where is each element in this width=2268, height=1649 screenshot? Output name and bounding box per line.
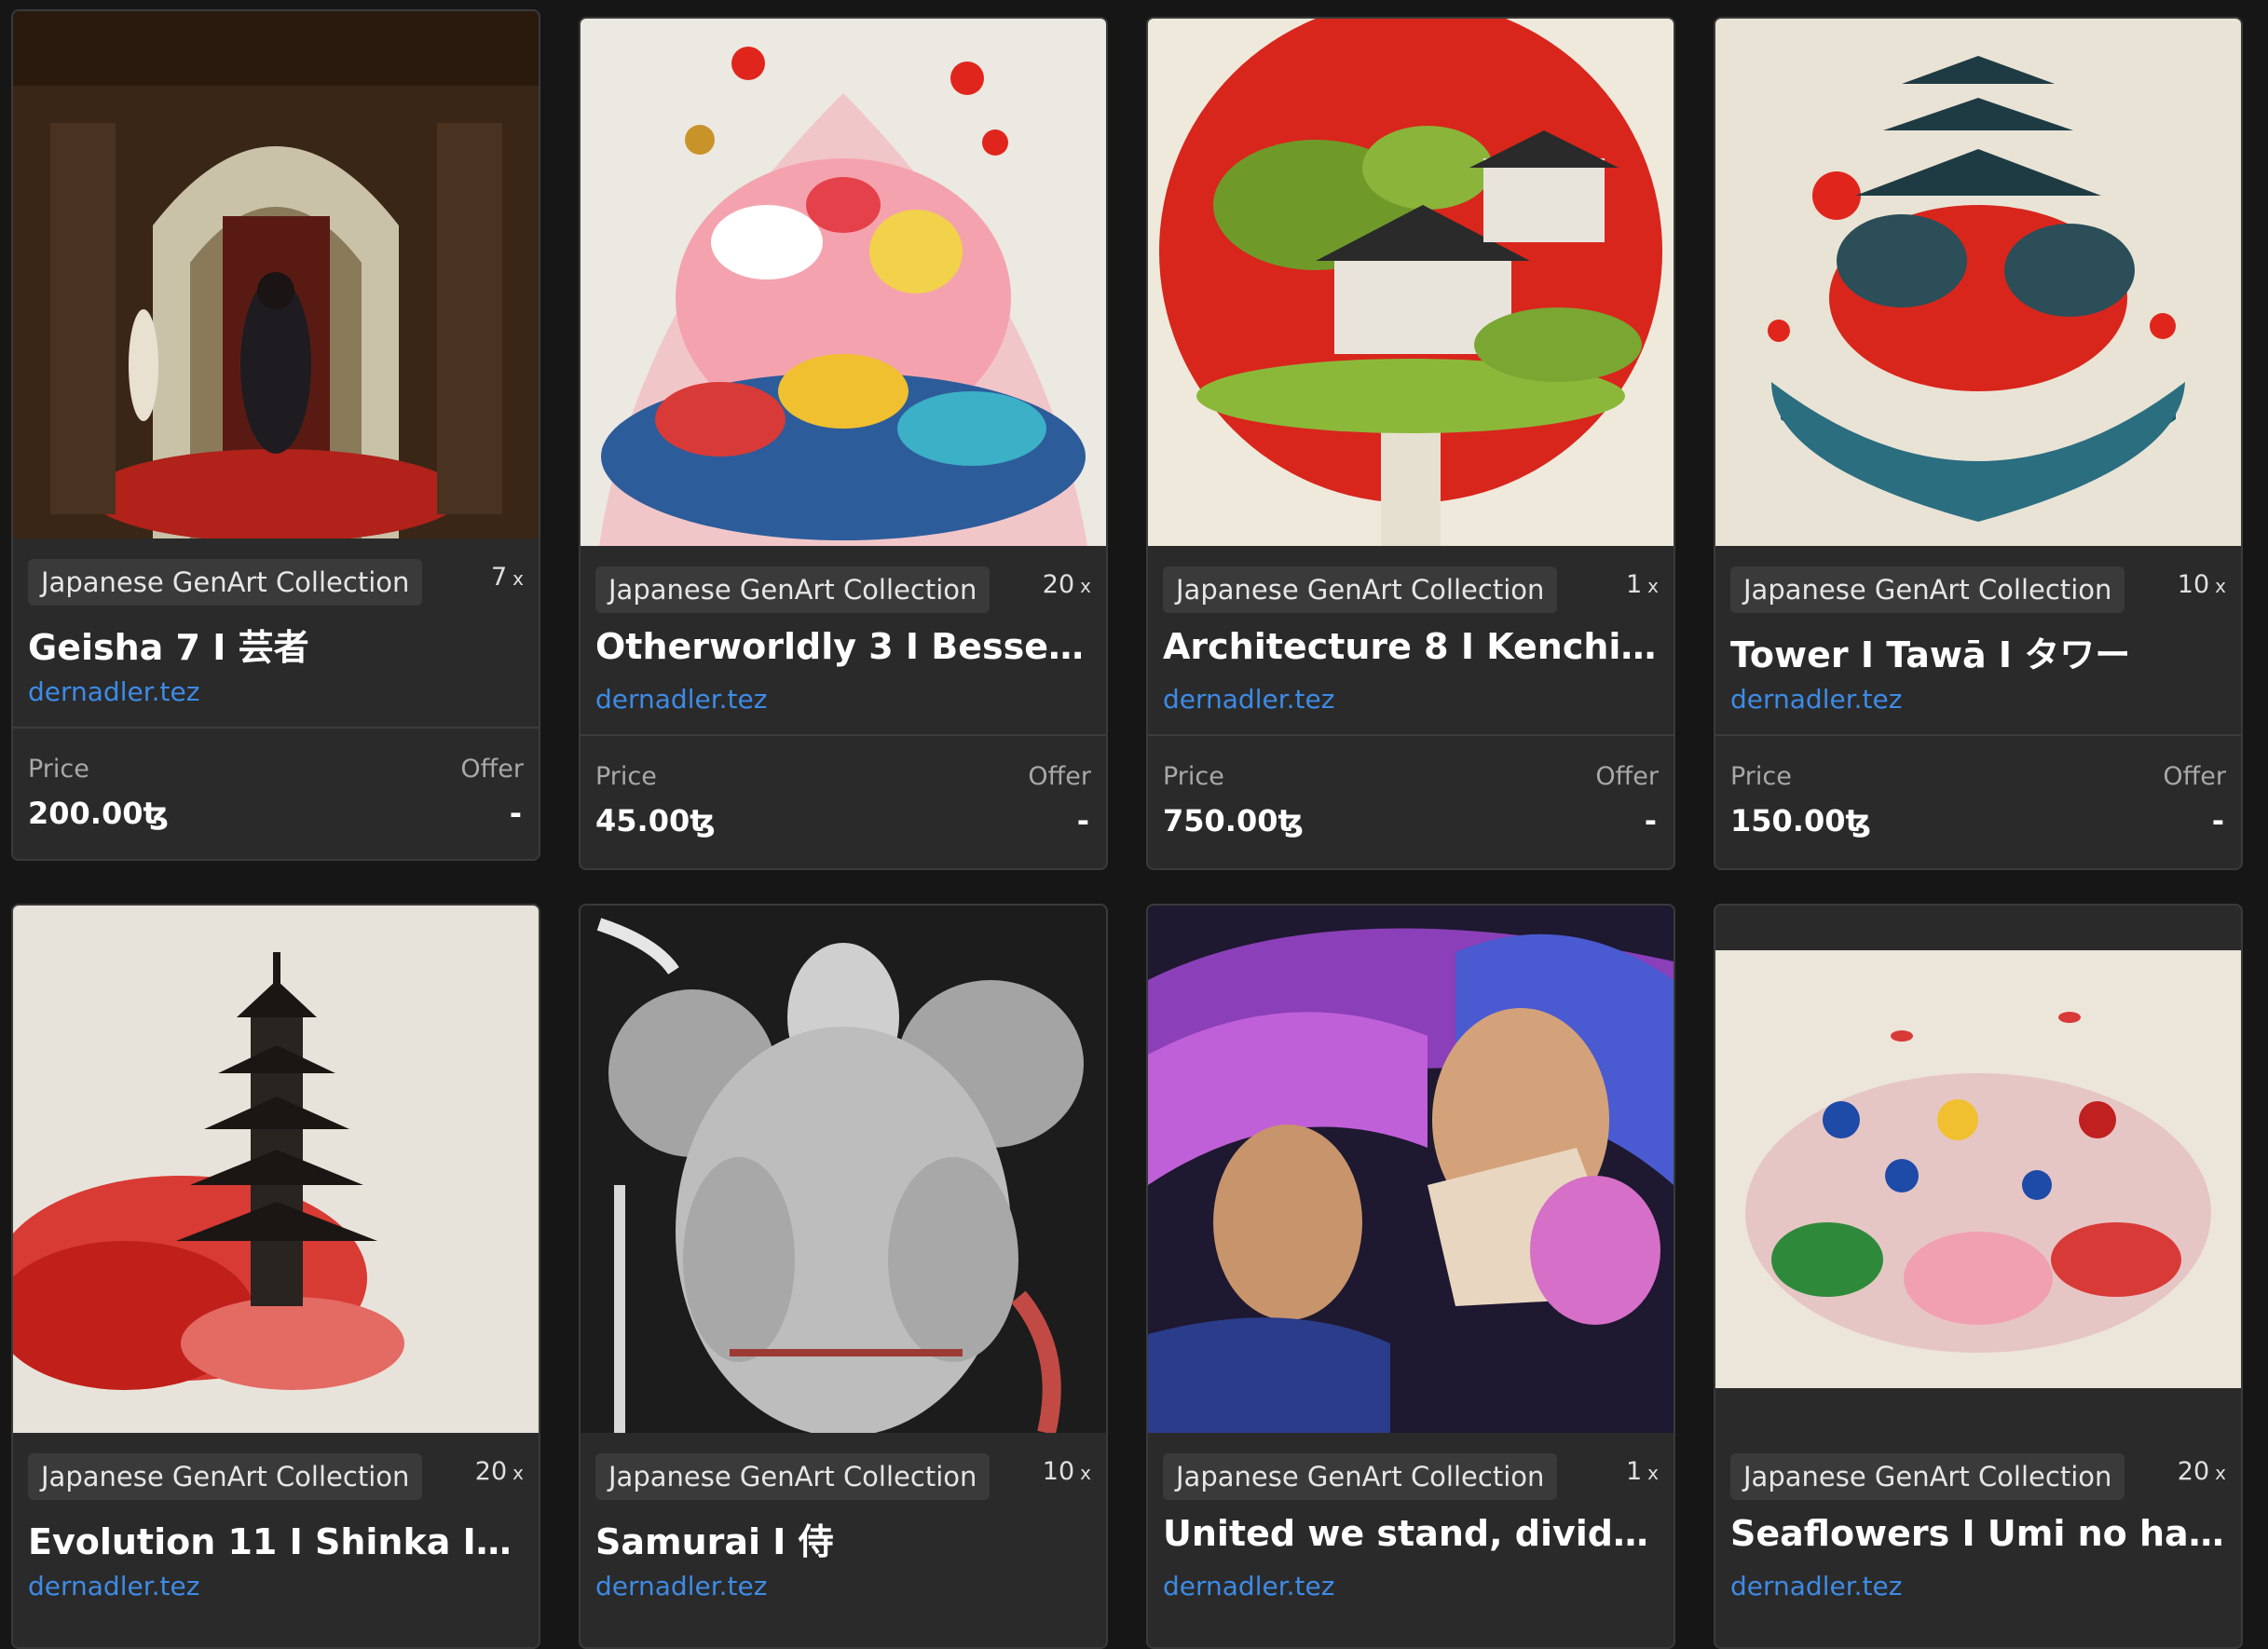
edition-count: 20 x <box>1042 570 1091 599</box>
edition-count: 20 x <box>474 1457 524 1486</box>
divider <box>581 734 1106 736</box>
nft-card[interactable]: Japanese GenArt Collection 7x Geisha 7 I… <box>11 9 540 861</box>
edition-count: 1x <box>1625 1457 1659 1486</box>
edition-count: 1x <box>1625 570 1659 599</box>
collection-tag[interactable]: Japanese GenArt Collection <box>28 1453 423 1500</box>
pagoda-artwork[interactable] <box>13 906 539 1433</box>
offer-value: - <box>2211 803 2224 838</box>
nft-card[interactable]: Japanese GenArt Collection 20 x Otherworl… <box>579 17 1108 870</box>
nft-grid: Japanese GenArt Collection 7x Geisha 7 I… <box>0 0 2268 1649</box>
offer-label: Offer <box>1595 762 1659 791</box>
collection-tag[interactable]: Japanese GenArt Collection <box>1163 1453 1558 1500</box>
collection-tag[interactable]: Japanese GenArt Collection <box>1730 1453 2125 1500</box>
artist-link[interactable]: dernadler.tez <box>1730 684 1902 715</box>
artist-link[interactable]: dernadler.tez <box>595 684 767 715</box>
price-label: Price <box>28 755 89 784</box>
artwork-title[interactable]: Samurai I 侍 <box>595 1513 1089 1564</box>
price-label: Price <box>595 762 657 791</box>
nft-card[interactable]: Japanese GenArt Collection 20 x Evolution… <box>11 904 540 1649</box>
nft-card[interactable]: Japanese GenArt Collection 20 x Seaflower… <box>1714 904 2243 1649</box>
artist-link[interactable]: dernadler.tez <box>1163 1571 1334 1601</box>
edition-count: 10 x <box>2177 570 2226 599</box>
edition-count: 20 x <box>2177 1457 2226 1486</box>
artwork-title[interactable]: Otherworldly 3 I Bessekai n... <box>595 626 1089 667</box>
artwork-title[interactable]: Architecture 8 I Kenchiku I ... <box>1163 626 1657 667</box>
artwork-title[interactable]: Tower I Tawā I タワー <box>1730 626 2224 677</box>
edition-count: 10 x <box>1042 1457 1091 1486</box>
artist-link[interactable]: dernadler.tez <box>28 1571 199 1601</box>
offer-value: - <box>1644 803 1657 838</box>
artist-link[interactable]: dernadler.tez <box>1163 684 1334 715</box>
artist-link[interactable]: dernadler.tez <box>595 1571 767 1601</box>
house-artwork[interactable] <box>1148 19 1674 546</box>
divider <box>1148 734 1674 736</box>
price-value: 200.00ꜩ <box>28 796 169 831</box>
artwork-title[interactable]: United we stand, divided w... <box>1163 1513 1657 1554</box>
offer-value: - <box>1076 803 1089 838</box>
collection-tag[interactable]: Japanese GenArt Collection <box>1730 566 2125 613</box>
flowers-artwork[interactable] <box>581 19 1106 546</box>
collection-tag[interactable]: Japanese GenArt Collection <box>595 1453 991 1500</box>
samurai-artwork[interactable] <box>581 906 1106 1433</box>
price-value: 45.00ꜩ <box>595 803 716 838</box>
price-value: 750.00ꜩ <box>1163 803 1304 838</box>
price-value: 150.00ꜩ <box>1730 803 1871 838</box>
collection-tag[interactable]: Japanese GenArt Collection <box>1163 566 1558 613</box>
offer-label: Offer <box>460 755 524 784</box>
artist-link[interactable]: dernadler.tez <box>28 676 199 707</box>
nft-card[interactable]: Japanese GenArt Collection 1x Architectu… <box>1146 17 1675 870</box>
divider <box>13 727 539 729</box>
artwork-title[interactable]: Geisha 7 I 芸者 <box>28 619 522 670</box>
tower-artwork[interactable] <box>1715 19 2241 546</box>
offer-value: - <box>509 796 522 831</box>
nft-card[interactable]: Japanese GenArt Collection 10 x Tower I T… <box>1714 17 2243 870</box>
nft-card[interactable]: Japanese GenArt Collection 10 x Samurai I… <box>579 904 1108 1649</box>
artwork-title[interactable]: Evolution 11 I Shinka I 進化 <box>28 1513 522 1564</box>
nft-card[interactable]: Japanese GenArt Collection 1x United we … <box>1146 904 1675 1649</box>
seaflowers-artwork[interactable] <box>1715 906 2241 1433</box>
geisha-artwork[interactable] <box>13 11 539 538</box>
edition-count: 7x <box>490 563 524 592</box>
artwork-title[interactable]: Seaflowers I Umi no hana I ... <box>1730 1513 2224 1554</box>
offer-label: Offer <box>2163 762 2226 791</box>
collection-tag[interactable]: Japanese GenArt Collection <box>28 559 423 606</box>
artist-link[interactable]: dernadler.tez <box>1730 1571 1902 1601</box>
price-label: Price <box>1163 762 1224 791</box>
offer-label: Offer <box>1028 762 1091 791</box>
collection-tag[interactable]: Japanese GenArt Collection <box>595 566 991 613</box>
portraits-artwork[interactable] <box>1148 906 1674 1433</box>
price-label: Price <box>1730 762 1792 791</box>
divider <box>1715 734 2241 736</box>
